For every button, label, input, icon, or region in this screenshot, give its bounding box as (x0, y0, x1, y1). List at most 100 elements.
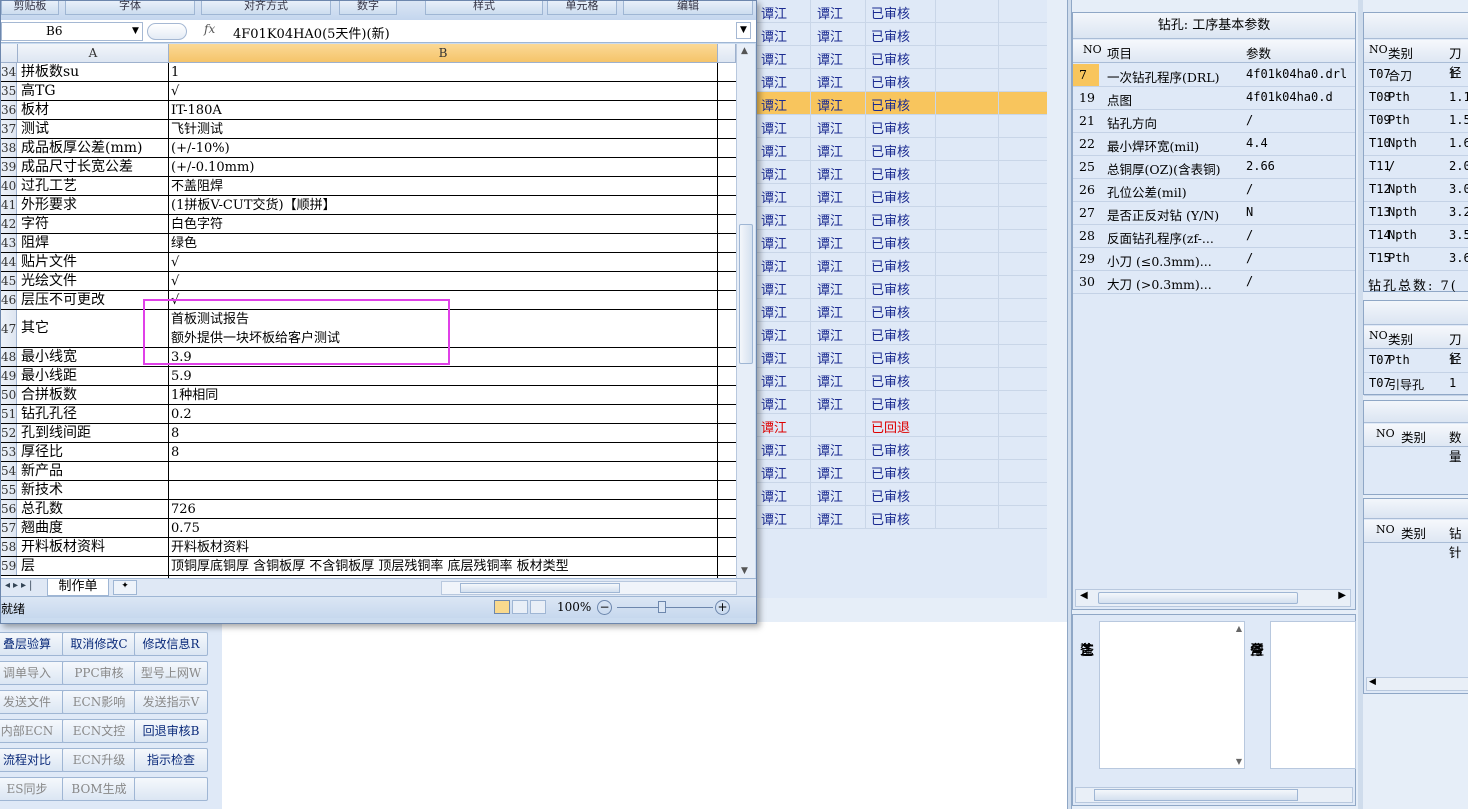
row-number[interactable]: 43 (1, 234, 17, 252)
row-number[interactable]: 35 (1, 82, 17, 100)
sheet-row[interactable]: 34 拼板数su 1 (1, 63, 736, 82)
chevron-down-icon[interactable]: ▼ (132, 23, 139, 40)
action-button[interactable]: 内部ECN (0, 719, 64, 743)
action-button[interactable]: 指示检查 (134, 748, 208, 772)
cell-b[interactable]: 0.2 (171, 405, 192, 424)
cell-a[interactable]: 新技术 (21, 481, 63, 500)
cell-b[interactable]: 绿色 (171, 234, 197, 253)
list-item[interactable]: 谭江 谭江 已审核 (755, 23, 1047, 46)
cell-b[interactable]: IT-180A (171, 101, 222, 120)
cell-a[interactable]: 翘曲度 (21, 519, 63, 538)
sheet-row[interactable]: 49 最小线距 5.9 (1, 367, 736, 386)
cell-a[interactable]: 阻焊 (21, 234, 49, 253)
row-number[interactable]: 49 (1, 367, 17, 385)
list-item[interactable]: 谭江 谭江 已审核 (755, 506, 1047, 529)
scroll-thumb[interactable] (1094, 789, 1298, 801)
notes-hscroll[interactable] (1075, 787, 1353, 803)
sheet-nav-icons[interactable]: ◂▸▸| (5, 580, 35, 591)
action-button[interactable]: 调单导入 (0, 661, 64, 685)
drill-param-row[interactable]: 26 孔位公差(mil) / (1073, 179, 1355, 202)
row-number[interactable]: 37 (1, 120, 17, 138)
action-button[interactable]: BOM生成 (62, 777, 136, 801)
sheet-row[interactable]: 58 开料板材资料 开料板材资料 (1, 538, 736, 557)
scroll-thumb[interactable] (1098, 592, 1298, 604)
tool-row[interactable]: T08 Pth 1.1 (1364, 87, 1468, 110)
normal-view-icon[interactable] (494, 600, 510, 614)
cell-a[interactable]: 层压不可更改 (21, 291, 105, 310)
tool-row[interactable]: T15 Pth 3.6 (1364, 248, 1468, 271)
row-number[interactable]: 57 (1, 519, 17, 537)
cell-b[interactable]: 8 (171, 424, 179, 443)
row-number[interactable]: 55 (1, 481, 17, 499)
action-button[interactable]: 流程对比 (0, 748, 64, 772)
tool-row[interactable]: T07 合刀 1 (1364, 64, 1468, 87)
row-number[interactable]: 46 (1, 291, 17, 309)
cell-a[interactable]: 总孔数 (21, 500, 63, 519)
sheet-row[interactable]: 55 新技术 (1, 481, 736, 500)
cell-b[interactable]: 不盖阻焊 (171, 177, 223, 196)
sheet-row[interactable]: 41 外形要求 (1拼板V-CUT交货)【顺拼】 (1, 196, 736, 215)
sheet-row[interactable]: 57 翘曲度 0.75 (1, 519, 736, 538)
list-item[interactable]: 谭江 谭江 已审核 (755, 161, 1047, 184)
cell-b[interactable]: 726 (171, 500, 196, 519)
cell-b[interactable]: √ (171, 82, 179, 101)
cell-a[interactable]: 光绘文件 (21, 272, 77, 291)
ribbon-group[interactable]: 字体 (65, 0, 195, 15)
row-number[interactable]: 50 (1, 386, 17, 404)
column-header-a[interactable]: A (18, 44, 169, 63)
tool-row[interactable]: T13 Npth 3.2 (1364, 202, 1468, 225)
cell-a[interactable]: 测试 (21, 120, 49, 139)
row-number[interactable]: 42 (1, 215, 17, 233)
list-item[interactable]: 谭江 谭江 已审核 (755, 230, 1047, 253)
drill-param-row[interactable]: 21 钻孔方向 / (1073, 110, 1355, 133)
scroll-down-icon[interactable]: ▼ (741, 566, 748, 576)
list-item[interactable]: 谭江 谭江 已审核 (755, 368, 1047, 391)
column-header-b[interactable]: B (169, 44, 718, 63)
sheet-row[interactable]: 36 板材 IT-180A (1, 101, 736, 120)
row-number[interactable]: 54 (1, 462, 17, 480)
tool-row[interactable]: T10 Npth 1.6 (1364, 133, 1468, 156)
cell-a[interactable]: 过孔工艺 (21, 177, 77, 196)
cell-a[interactable]: 厚径比 (21, 443, 63, 462)
tool-row[interactable]: T14 Npth 3.5 (1364, 225, 1468, 248)
ribbon-group[interactable]: 对齐方式 (201, 0, 331, 15)
cell-b[interactable]: 开料板材资料 (171, 538, 249, 557)
name-box[interactable]: B6 ▼ (1, 22, 143, 41)
row-number[interactable]: 59 (1, 557, 17, 575)
cell-a[interactable]: 最小线距 (21, 367, 77, 386)
drill-param-row[interactable]: 29 小刀 (≤0.3mm)... / (1073, 248, 1355, 271)
ribbon-group[interactable]: 数字 (339, 0, 397, 15)
row-number[interactable]: 52 (1, 424, 17, 442)
cell-a[interactable]: 成品板厚公差(mm) (21, 139, 142, 158)
sheet-row[interactable]: 56 总孔数 726 (1, 500, 736, 519)
cell-b[interactable]: 顶铜厚底铜厚 含铜板厚 不含铜板厚 顶层残铜率 底层残铜率 板材类型 (171, 557, 569, 576)
sheet-row[interactable]: 44 贴片文件 √ (1, 253, 736, 272)
cell-b[interactable]: √ (171, 272, 179, 291)
cell-b[interactable]: √ (171, 253, 179, 272)
new-sheet-icon[interactable]: ✦ (113, 580, 137, 595)
sheet-row[interactable]: 51 钻孔孔径 0.2 (1, 405, 736, 424)
action-button[interactable]: ECN文控 (62, 719, 136, 743)
scroll-right-icon[interactable]: ▶ (1338, 590, 1346, 601)
row-number[interactable]: 58 (1, 538, 17, 556)
drill-hscroll[interactable]: ◀ ▶ (1075, 589, 1351, 607)
cell-b[interactable]: 1种相同 (171, 386, 218, 405)
cell-b[interactable]: (+/-0.10mm) (171, 158, 254, 177)
sheet-row[interactable]: 54 新产品 (1, 462, 736, 481)
action-button[interactable] (134, 777, 208, 801)
cell-a[interactable]: 钻孔孔径 (21, 405, 77, 424)
sheet-row[interactable]: 45 光绘文件 √ (1, 272, 736, 291)
sheet-row[interactable]: 53 厚径比 8 (1, 443, 736, 462)
action-button[interactable]: 取消修改C (62, 632, 136, 656)
row-number[interactable]: 53 (1, 443, 17, 461)
list-item[interactable]: 谭江 谭江 已审核 (755, 115, 1047, 138)
tool-row[interactable]: T07 引导孔 1 (1364, 373, 1468, 396)
ribbon-group[interactable]: 剪贴板 (1, 0, 59, 15)
drill-param-row[interactable]: 30 大刀 (>0.3mm)... / (1073, 271, 1355, 294)
tool4-hscroll[interactable]: ◀ (1366, 677, 1468, 691)
drill-param-row[interactable]: 7 一次钻孔程序(DRL) 4f01k04ha0.drl (1073, 64, 1355, 87)
page-layout-icon[interactable] (512, 600, 528, 614)
cell-a[interactable]: 拼板数su (21, 63, 79, 82)
scroll-thumb[interactable] (460, 583, 620, 593)
formula-expand-button[interactable] (147, 23, 187, 40)
